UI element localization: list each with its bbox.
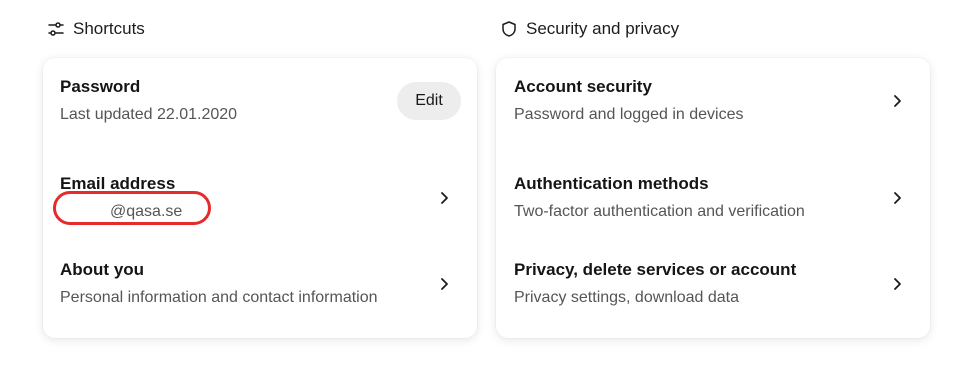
password-last-updated: Last updated 22.01.2020 (60, 106, 238, 123)
security-section: Security and privacy Account security Pa… (496, 0, 930, 338)
shortcuts-header: Shortcuts (43, 0, 477, 58)
shortcuts-card: Password Last updated 22.01.2020 Edit Em… (43, 58, 477, 338)
shortcuts-title: Shortcuts (73, 19, 145, 38)
red-annotation-oval (53, 191, 211, 225)
chevron-right-icon (888, 92, 906, 110)
email-value-wrap: @qasa.se (53, 191, 211, 225)
account-security-row[interactable]: Account security Password and logged in … (496, 58, 930, 144)
chevron-right-icon (888, 189, 906, 207)
authentication-methods-subtitle: Two-factor authentication and verificati… (514, 203, 805, 220)
authentication-methods-row[interactable]: Authentication methods Two-factor authen… (496, 155, 930, 241)
chevron-right-icon (435, 189, 453, 207)
about-you-subtitle: Personal information and contact informa… (60, 289, 378, 306)
privacy-row[interactable]: Privacy, delete services or account Priv… (496, 241, 930, 327)
about-you-title: About you (60, 260, 145, 279)
password-title: Password (60, 77, 141, 96)
shortcuts-section: Shortcuts Password Last updated 22.01.20… (43, 0, 477, 338)
chevron-right-icon (435, 275, 453, 293)
account-security-title: Account security (514, 77, 652, 96)
authentication-methods-title: Authentication methods (514, 174, 709, 193)
about-you-row[interactable]: About you Personal information and conta… (43, 241, 477, 327)
privacy-title: Privacy, delete services or account (514, 260, 797, 279)
privacy-subtitle: Privacy settings, download data (514, 289, 740, 306)
security-header: Security and privacy (496, 0, 930, 58)
account-security-subtitle: Password and logged in devices (514, 106, 744, 123)
email-row[interactable]: Email address @qasa.se (43, 155, 477, 241)
edit-password-button[interactable]: Edit (397, 82, 461, 120)
shield-icon (500, 20, 518, 38)
password-row: Password Last updated 22.01.2020 Edit (43, 58, 477, 144)
security-card: Account security Password and logged in … (496, 58, 930, 338)
security-title: Security and privacy (526, 19, 680, 38)
sliders-icon (47, 20, 65, 38)
chevron-right-icon (888, 275, 906, 293)
